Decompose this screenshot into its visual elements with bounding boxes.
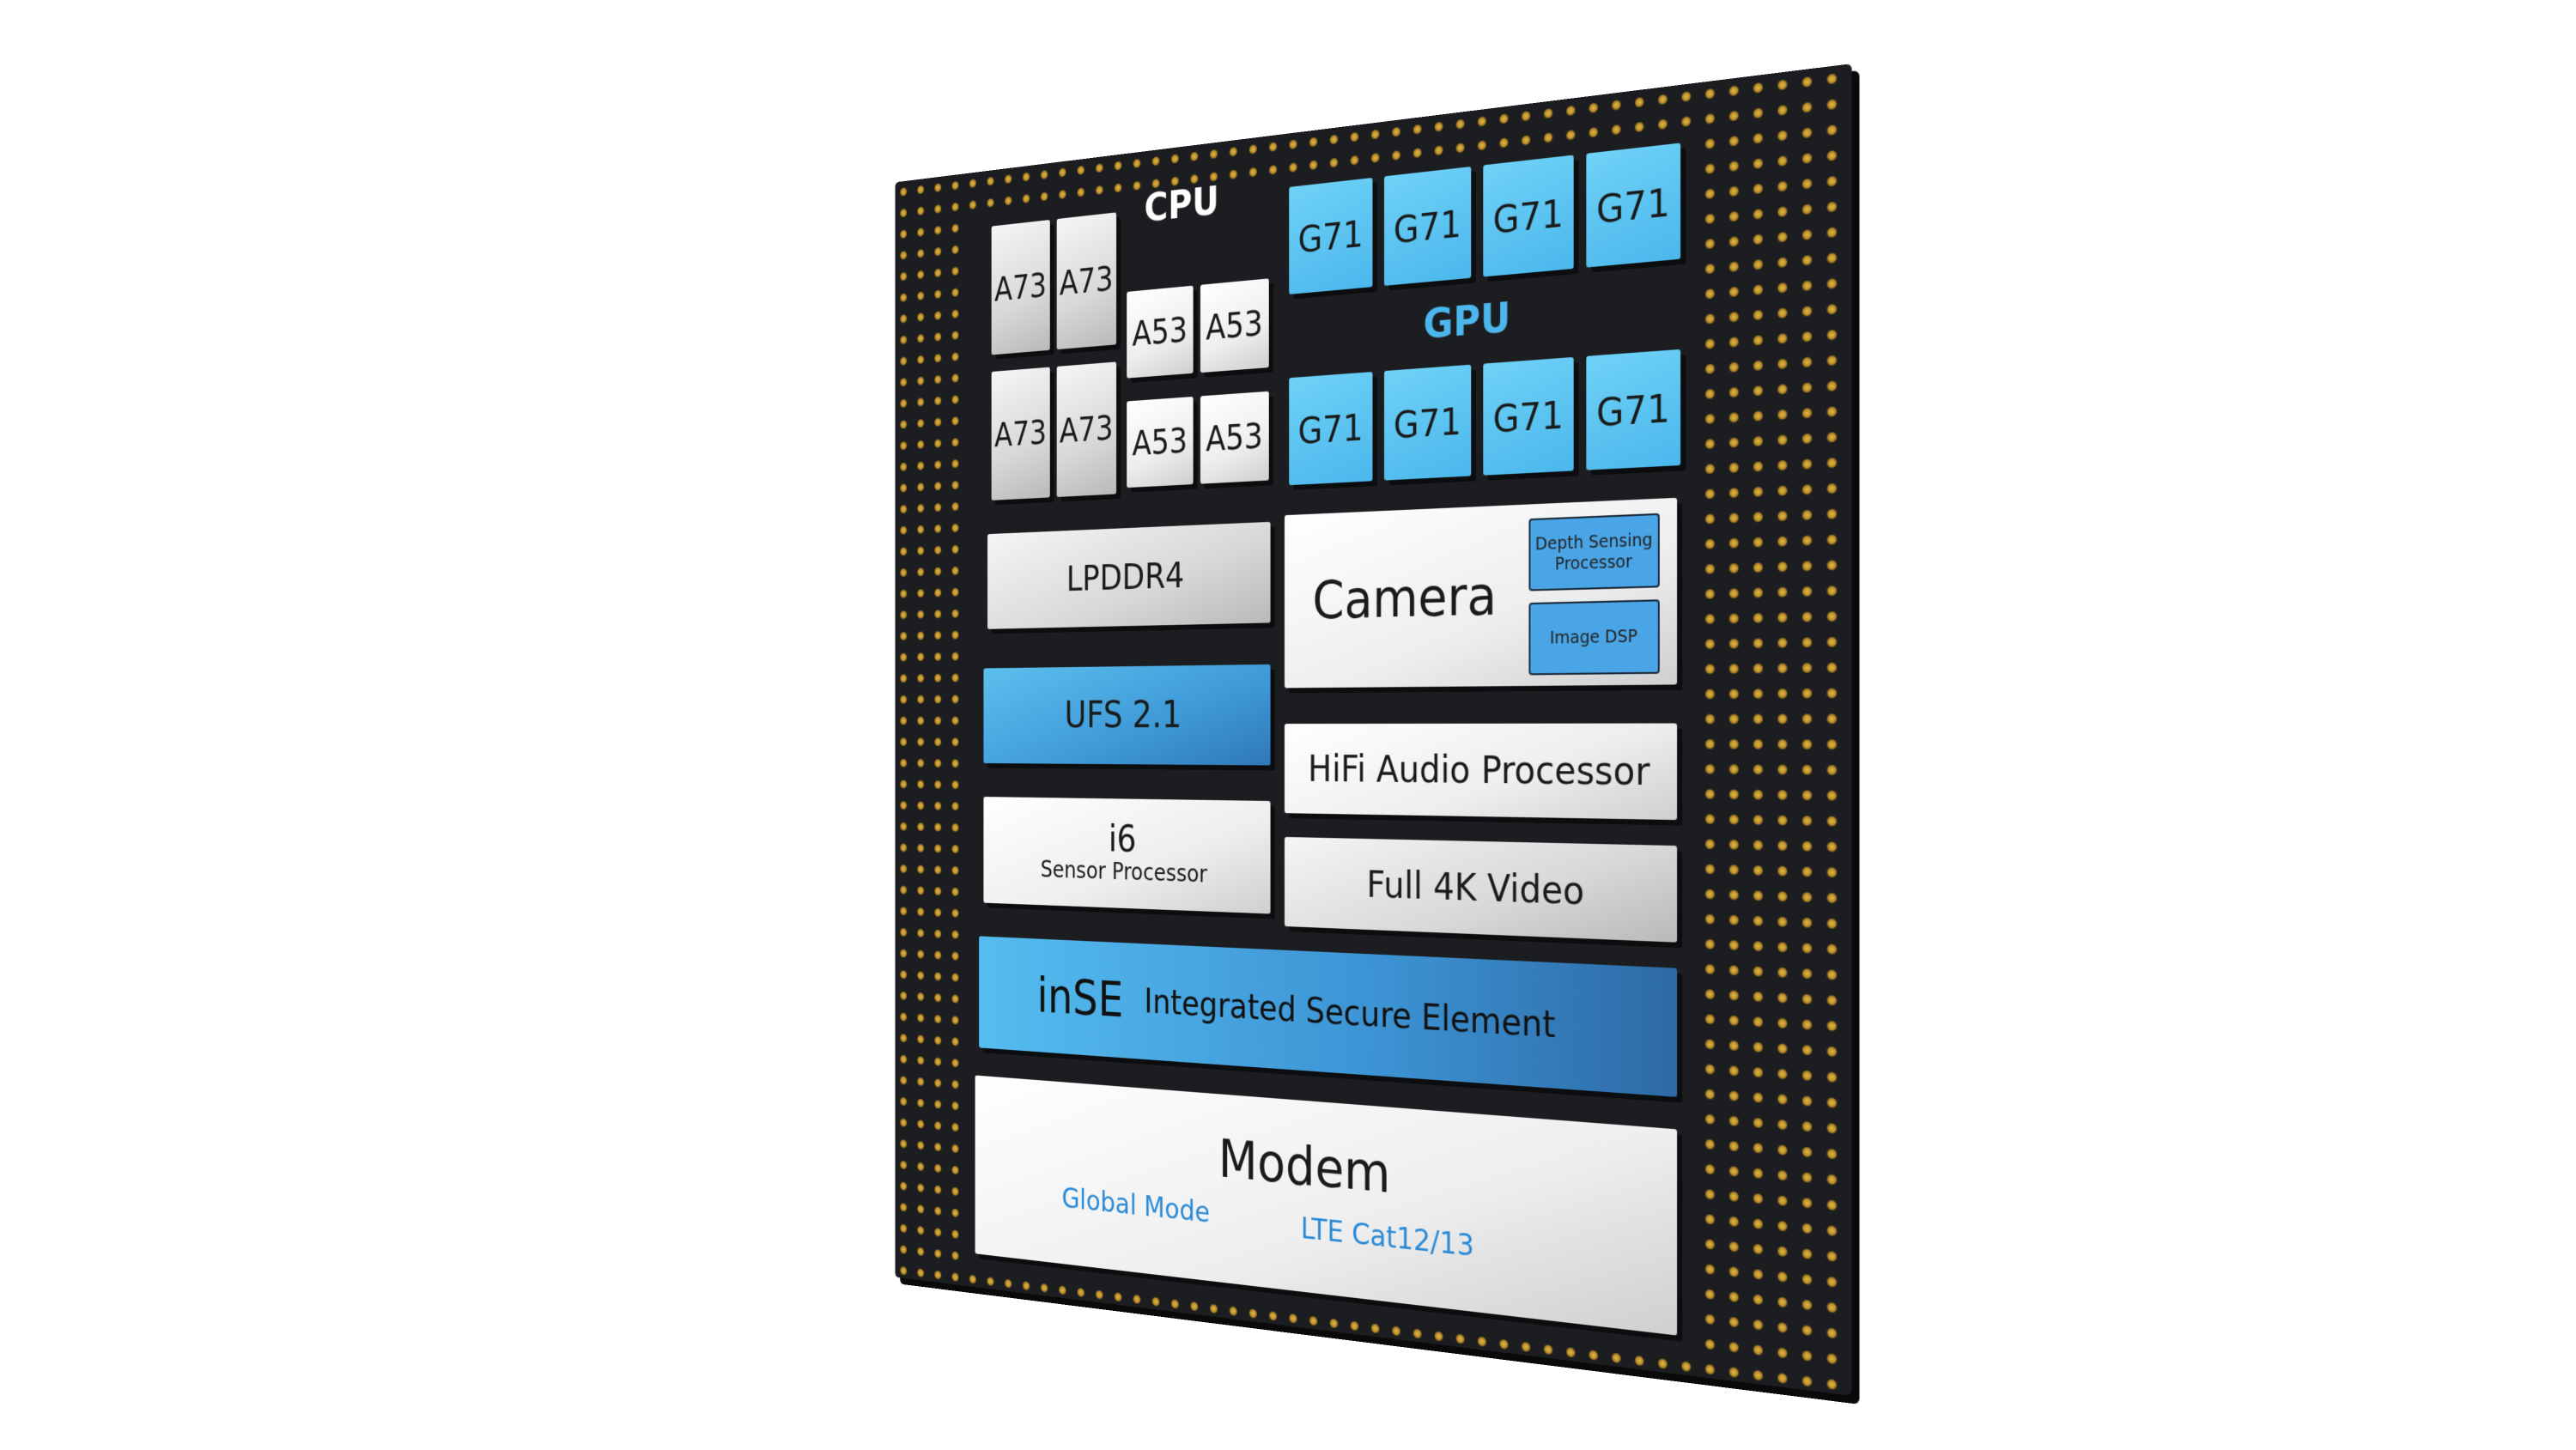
a53-core: A53 — [1127, 285, 1194, 379]
g71-core: G71 — [1384, 364, 1472, 481]
inse-subtitle: Integrated Secure Element — [1144, 982, 1556, 1047]
g71-core: G71 — [1289, 177, 1373, 294]
g71-core: G71 — [1289, 372, 1373, 486]
a53-core: A53 — [1200, 278, 1269, 373]
hifi-audio-block: HiFi Audio Processor — [1284, 723, 1678, 821]
camera-block: Camera Depth Sensing Processor Image DSP — [1284, 497, 1678, 689]
camera-label: Camera — [1312, 564, 1498, 631]
ufs-block: UFS 2.1 — [983, 664, 1271, 766]
g71-core: G71 — [1586, 143, 1681, 268]
modem-global-mode: Global Mode — [1061, 1181, 1211, 1230]
gpu-label: GPU — [1423, 293, 1511, 349]
modem-title: Modem — [1218, 1127, 1391, 1206]
sensor-subtitle: Sensor Processor — [1040, 855, 1208, 889]
sensor-processor-block: i6 Sensor Processor — [983, 797, 1271, 914]
soc-chip: CPU A73 A73 A73 A73 A53 A53 A53 A53 G71 … — [895, 64, 1852, 1396]
sensor-title: i6 — [1108, 818, 1137, 861]
a53-core: A53 — [1200, 391, 1269, 484]
modem-lte: LTE Cat12/13 — [1300, 1210, 1474, 1265]
a73-core: A73 — [991, 367, 1050, 501]
inse-title: inSE — [1036, 968, 1124, 1028]
stage: CPU A73 A73 A73 A73 A53 A53 A53 A53 G71 … — [0, 0, 2576, 1450]
full-4k-video-block: Full 4K Video — [1284, 836, 1678, 943]
depth-sensing-processor: Depth Sensing Processor — [1528, 513, 1660, 592]
lpddr4-block: LPDDR4 — [987, 521, 1271, 629]
cpu-label: CPU — [1144, 177, 1219, 231]
g71-core: G71 — [1483, 155, 1574, 277]
g71-core: G71 — [1384, 167, 1472, 286]
a53-core: A53 — [1127, 397, 1194, 488]
g71-core: G71 — [1483, 356, 1574, 476]
image-dsp: Image DSP — [1528, 598, 1660, 676]
g71-core: G71 — [1586, 349, 1681, 470]
a73-core: A73 — [1056, 212, 1117, 350]
a73-core: A73 — [991, 220, 1050, 355]
a73-core: A73 — [1056, 361, 1117, 498]
